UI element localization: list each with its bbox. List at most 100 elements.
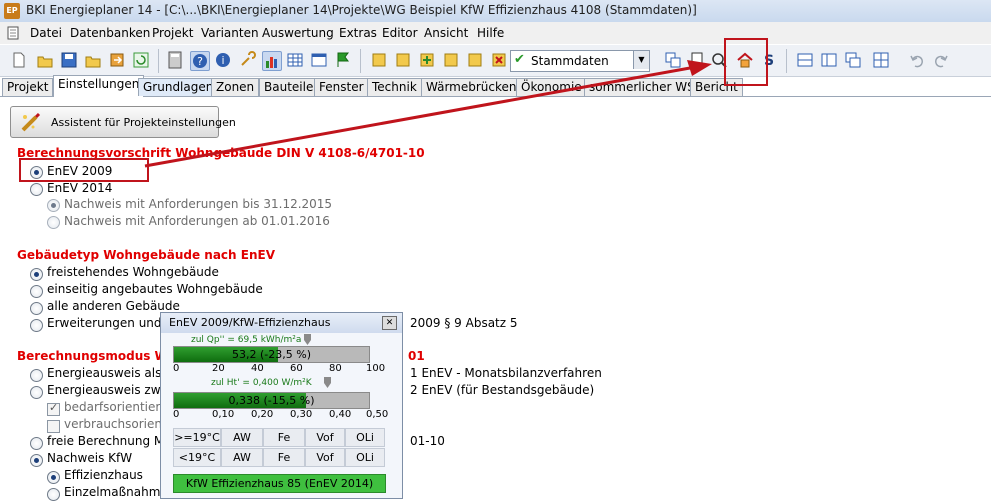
radio-effizienzhaus[interactable] <box>47 471 60 484</box>
grid-cell[interactable]: OLi <box>345 448 385 467</box>
tab-sommerlicher-ws[interactable]: sommerlicher WS <box>584 78 700 96</box>
ht-scale-tick: 0,40 <box>329 409 352 420</box>
radio-erweiterungen-label[interactable]: Erweiterungen und A <box>47 316 174 330</box>
close-icon[interactable]: ✕ <box>382 316 397 330</box>
copy-component-icon[interactable] <box>394 51 412 69</box>
menu-document-icon[interactable] <box>6 26 20 40</box>
wrench-icon[interactable] <box>238 51 256 69</box>
radio-energieausweis-zweck[interactable] <box>30 386 43 399</box>
info-icon[interactable]: i <box>214 51 232 69</box>
radio-anforderungen-bis-2015[interactable] <box>47 199 60 212</box>
table-icon[interactable] <box>286 51 304 69</box>
radio-energieausweis-oeffentlich[interactable] <box>30 369 43 382</box>
radio-anforderungen-ab-2016[interactable] <box>47 216 60 229</box>
calculator-icon[interactable] <box>166 51 184 69</box>
export-icon[interactable] <box>108 51 126 69</box>
layout-rows-icon[interactable] <box>796 51 814 69</box>
component-list-icon[interactable] <box>466 51 484 69</box>
mode-select[interactable]: ✔ Stammdaten ▼ <box>510 50 650 72</box>
qp-scale-tick: 0 <box>173 363 180 374</box>
ht-bar-value: 0,338 (-15,5 %) <box>228 394 315 407</box>
radio-freistehend[interactable] <box>30 268 43 281</box>
flag-icon[interactable] <box>334 51 352 69</box>
radio-einseitig-angebaut-label[interactable]: einseitig angebautes Wohngebäude <box>47 282 263 296</box>
radio-erweiterungen-label-tail: 2009 § 9 Absatz 5 <box>410 316 518 330</box>
tab-bauteile[interactable]: Bauteile <box>259 78 319 96</box>
menu-hilfe[interactable]: Hilfe <box>477 26 504 40</box>
menu-varianten[interactable]: Varianten <box>201 26 259 40</box>
calendar-icon[interactable] <box>310 51 328 69</box>
marker-icon <box>324 377 331 388</box>
annotation-box-enev-2009 <box>19 158 149 182</box>
checkbox-verbrauchsorientiert-label[interactable]: verbrauchsorienti <box>64 417 170 431</box>
undo-icon[interactable] <box>908 51 926 69</box>
chevron-down-icon[interactable]: ▼ <box>633 51 649 69</box>
checkbox-verbrauchsorientiert[interactable] <box>47 420 60 433</box>
tab-fenster[interactable]: Fenster <box>314 78 369 96</box>
tab-grundlagen[interactable]: Grundlagen <box>138 78 219 96</box>
grid-cell[interactable]: Fe <box>263 428 305 447</box>
assistant-button[interactable]: Assistent für Projekteinstellungen <box>10 106 236 138</box>
delete-component-icon[interactable] <box>490 51 508 69</box>
radio-freistehend-label[interactable]: freistehendes Wohngebäude <box>47 265 219 279</box>
menu-datenbanken[interactable]: Datenbanken <box>70 26 150 40</box>
checkbox-bedarfsorientiert-label[interactable]: bedarfsorientierte <box>64 400 172 414</box>
redo-icon[interactable] <box>932 51 950 69</box>
radio-freie-berechnung-label[interactable]: freie Berechnung Mo <box>47 434 172 448</box>
edit-component-icon[interactable] <box>370 51 388 69</box>
layout-cascade-icon[interactable] <box>844 51 862 69</box>
menu-datei[interactable]: Datei <box>30 26 62 40</box>
tab-zonen[interactable]: Zonen <box>211 78 260 96</box>
refresh-icon[interactable] <box>132 51 150 69</box>
tab-waermebruecken[interactable]: Wärmebrücken <box>421 78 522 96</box>
menu-ansicht[interactable]: Ansicht <box>424 26 468 40</box>
radio-nachweis-kfw[interactable] <box>30 454 43 467</box>
open-folder-icon[interactable] <box>36 51 54 69</box>
menu-projekt[interactable]: Projekt <box>152 26 193 40</box>
magic-wand-icon <box>19 111 43 133</box>
checkbox-bedarfsorientiert[interactable] <box>47 401 60 416</box>
radio-anforderungen-bis-2015-label[interactable]: Nachweis mit Anforderungen bis 31.12.201… <box>64 197 332 211</box>
radio-nachweis-kfw-label[interactable]: Nachweis KfW <box>47 451 132 465</box>
radio-erweiterungen[interactable] <box>30 319 43 332</box>
grid-cell[interactable]: AW <box>221 448 263 467</box>
mode-select-value: Stammdaten <box>531 54 609 68</box>
add-component-icon[interactable] <box>418 51 436 69</box>
grid-cell[interactable]: OLi <box>345 428 385 447</box>
tab-projekt[interactable]: Projekt <box>2 78 54 96</box>
radio-einzelmassnahmen[interactable] <box>47 488 60 501</box>
radio-enev-2014[interactable] <box>30 183 43 196</box>
layout-columns-icon[interactable] <box>820 51 838 69</box>
window-copy-icon[interactable] <box>664 51 682 69</box>
save-icon[interactable] <box>60 51 78 69</box>
grid-cell[interactable]: Vof <box>305 428 345 447</box>
radio-freie-berechnung[interactable] <box>30 437 43 450</box>
help-icon[interactable]: ? <box>190 51 210 71</box>
bar-chart-icon[interactable] <box>262 51 282 71</box>
grid-cell[interactable]: Vof <box>305 448 345 467</box>
grid-cell[interactable]: Fe <box>263 448 305 467</box>
popup-title-bar[interactable]: EnEV 2009/KfW-Effizienzhaus ✕ <box>161 313 402 333</box>
qp-bar-value: 53,2 (-23,5 %) <box>232 348 311 361</box>
annotation-box-house-icon <box>724 38 768 86</box>
radio-anforderungen-ab-2016-label[interactable]: Nachweis mit Anforderungen ab 01.01.2016 <box>64 214 330 228</box>
move-component-icon[interactable] <box>442 51 460 69</box>
radio-alle-anderen[interactable] <box>30 302 43 315</box>
radio-alle-anderen-label[interactable]: alle anderen Gebäude <box>47 299 180 313</box>
menu-auswertung[interactable]: Auswertung <box>262 26 334 40</box>
radio-energieausweis-zweck-label[interactable]: Energieausweis zwec <box>47 383 175 397</box>
open-project-icon[interactable] <box>84 51 102 69</box>
grid-cell[interactable]: AW <box>221 428 263 447</box>
radio-energieausweis-oeffentlich-label[interactable]: Energieausweis als ö <box>47 366 173 380</box>
radio-effizienzhaus-label[interactable]: Effizienzhaus <box>64 468 143 482</box>
print-icon[interactable] <box>688 51 706 69</box>
radio-enev-2014-label[interactable]: EnEV 2014 <box>47 181 112 195</box>
radio-einseitig-angebaut[interactable] <box>30 285 43 298</box>
new-file-icon[interactable] <box>10 51 28 69</box>
layout-grid-icon[interactable] <box>872 51 890 69</box>
tab-technik[interactable]: Technik <box>367 78 422 96</box>
tab-einstellungen[interactable]: Einstellungen <box>53 75 145 97</box>
menu-editor[interactable]: Editor <box>382 26 418 40</box>
menu-extras[interactable]: Extras <box>339 26 377 40</box>
tab-oekonomie[interactable]: Ökonomie <box>516 78 587 96</box>
